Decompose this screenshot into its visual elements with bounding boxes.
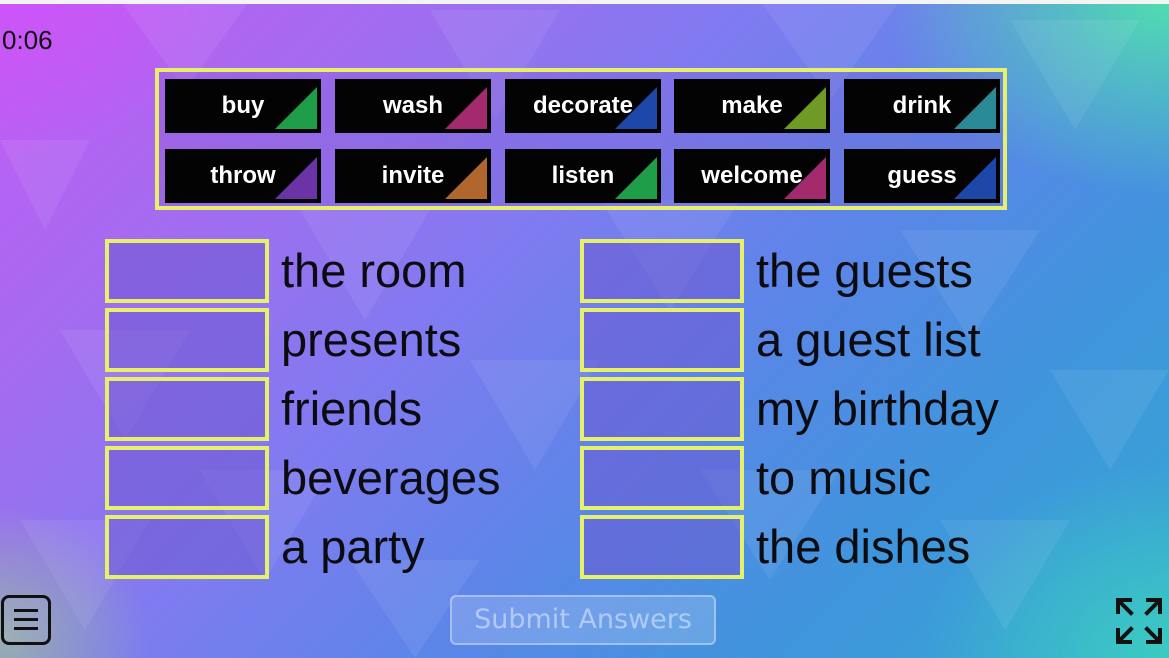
answer-slot[interactable] <box>580 239 744 303</box>
top-edge <box>0 0 1169 4</box>
word-tile-drink[interactable]: drink <box>844 79 1000 133</box>
submit-answers-button[interactable]: Submit Answers <box>450 595 716 645</box>
timer: 0:06 <box>2 25 53 55</box>
phrase-text: the guests <box>756 244 973 297</box>
word-tile-label: buy <box>221 92 265 119</box>
word-tile-label: listen <box>551 162 615 189</box>
answer-slot[interactable] <box>105 377 269 441</box>
word-tile-wash[interactable]: wash <box>335 79 491 133</box>
word-tile-label: invite <box>381 162 445 189</box>
word-tile-decorate[interactable]: decorate <box>505 79 661 133</box>
phrase-text: to music <box>756 451 931 504</box>
menu-button[interactable] <box>1 595 51 645</box>
answer-slot[interactable] <box>580 446 744 510</box>
word-tile-listen[interactable]: listen <box>505 149 661 203</box>
word-tile-label: make <box>721 92 783 119</box>
phrase-text: my birthday <box>756 382 999 435</box>
fullscreen-button[interactable] <box>1114 596 1164 646</box>
answer-slot[interactable] <box>105 239 269 303</box>
word-tile-label: decorate <box>532 92 634 119</box>
word-tile-label: guess <box>887 162 957 189</box>
answer-slot[interactable] <box>580 377 744 441</box>
word-tile-invite[interactable]: invite <box>335 149 491 203</box>
answer-slot[interactable] <box>580 308 744 372</box>
answer-slot[interactable] <box>105 515 269 579</box>
word-tile-label: drink <box>892 92 952 119</box>
phrase-text: friends <box>281 382 423 435</box>
answer-slot[interactable] <box>105 308 269 372</box>
phrase-text: a party <box>281 520 425 573</box>
answer-slot[interactable] <box>105 446 269 510</box>
phrase-text: beverages <box>281 451 501 504</box>
phrase-text: the dishes <box>756 520 971 573</box>
word-tile-buy[interactable]: buy <box>165 79 321 133</box>
word-tile-label: throw <box>210 162 276 189</box>
word-tile-make[interactable]: make <box>674 79 830 133</box>
word-tile-guess[interactable]: guess <box>844 149 1000 203</box>
game-stage: 0:06 buy wash decorate make drink throw … <box>0 0 1169 658</box>
phrase-text: presents <box>281 313 462 366</box>
phrase-text: the room <box>281 244 467 297</box>
word-tile-label: wash <box>382 92 444 119</box>
phrase-text: a guest list <box>756 313 981 366</box>
fullscreen-expand-icon <box>1116 598 1162 644</box>
word-tile-throw[interactable]: throw <box>165 149 321 203</box>
hamburger-menu-icon <box>14 609 38 612</box>
hamburger-menu-icon <box>14 627 38 630</box>
hamburger-menu-icon <box>14 618 38 621</box>
word-tile-label: welcome <box>701 162 803 189</box>
answer-slot[interactable] <box>580 515 744 579</box>
word-tile-welcome[interactable]: welcome <box>674 149 830 203</box>
